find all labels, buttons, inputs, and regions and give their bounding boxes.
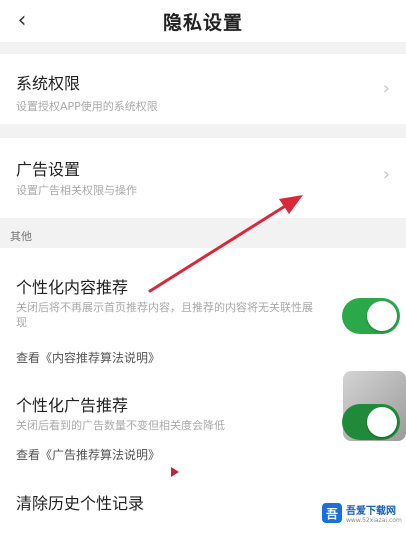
annotation-arrow-icon: [148, 195, 303, 293]
watermark-logo-icon: 吾: [322, 503, 342, 523]
watermark-name: 吾爱下载网: [346, 506, 396, 517]
watermark: 吾 吾爱下载网 www.52xiazai.com: [320, 498, 404, 528]
watermark-url: www.52xiazai.com: [346, 517, 402, 524]
